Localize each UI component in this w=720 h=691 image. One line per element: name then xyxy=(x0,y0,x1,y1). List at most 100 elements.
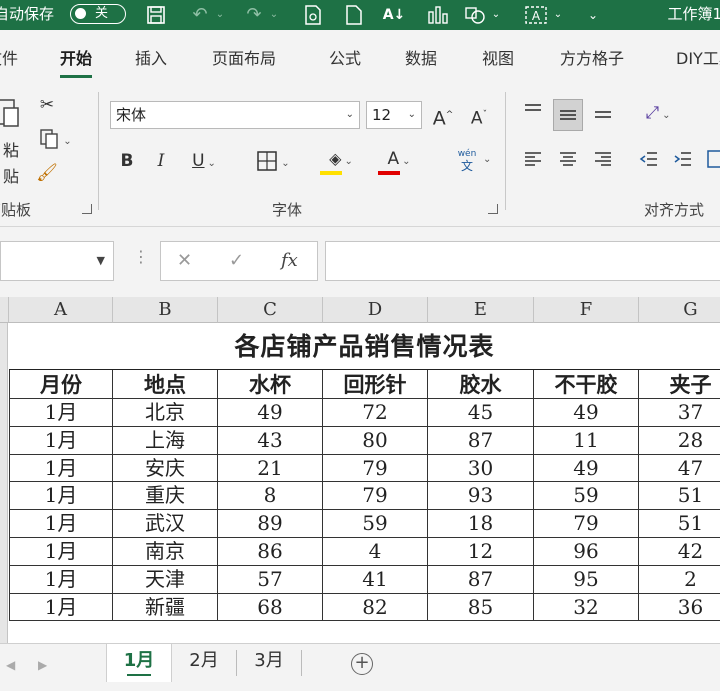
table-cell-location[interactable]: 北京 xyxy=(113,399,218,427)
redo-icon[interactable]: ↷ xyxy=(240,4,268,26)
align-right-icon[interactable] xyxy=(590,148,616,174)
tab-page-layout[interactable]: 页面布局 xyxy=(212,48,276,70)
wrap-text-icon[interactable] xyxy=(706,148,720,174)
column-header-e[interactable]: E xyxy=(428,297,534,323)
column-header-a[interactable]: A xyxy=(9,297,113,323)
table-cell-binder[interactable]: 2 xyxy=(639,566,720,594)
table-cell-location[interactable]: 南京 xyxy=(113,538,218,566)
table-cell-glue[interactable]: 93 xyxy=(428,482,534,511)
chevron-down-icon[interactable]: ⌄ xyxy=(214,4,226,26)
table-cell-clip[interactable]: 80 xyxy=(323,426,428,455)
orientation-icon[interactable]: ⤢ ⌄ xyxy=(636,100,680,126)
tab-formulas[interactable]: 公式 xyxy=(329,48,361,70)
table-cell-month[interactable]: 1月 xyxy=(9,399,113,427)
table-cell-binder[interactable]: 36 xyxy=(639,594,720,622)
name-box[interactable]: ▼ xyxy=(0,241,114,281)
table-cell-cup[interactable]: 8 xyxy=(218,482,323,511)
table-cell-month[interactable]: 1月 xyxy=(9,482,113,511)
align-middle-icon[interactable] xyxy=(553,99,583,131)
new-document-icon[interactable] xyxy=(342,4,366,26)
tab-insert[interactable]: 插入 xyxy=(135,48,167,70)
table-cell-cup[interactable]: 43 xyxy=(218,426,323,455)
table-cell-binder[interactable]: 47 xyxy=(639,455,720,483)
shapes-icon[interactable] xyxy=(462,4,488,26)
table-cell-cup[interactable]: 21 xyxy=(218,454,323,483)
table-cell-clip[interactable]: 79 xyxy=(323,454,428,483)
table-cell-cup[interactable]: 68 xyxy=(218,593,323,622)
bold-button[interactable]: B xyxy=(116,148,138,174)
more-icon[interactable]: ⋮ xyxy=(133,247,149,266)
table-cell-sticker[interactable]: 59 xyxy=(534,482,639,511)
table-cell-location[interactable]: 武汉 xyxy=(113,510,218,538)
tab-view[interactable]: 视图 xyxy=(482,48,514,70)
table-header-binder[interactable]: 夹子 xyxy=(639,370,720,399)
table-cell-clip[interactable]: 59 xyxy=(323,510,428,538)
table-cell-glue[interactable]: 30 xyxy=(428,454,534,483)
formula-input[interactable] xyxy=(325,241,720,281)
table-cell-location[interactable]: 上海 xyxy=(113,426,218,455)
format-painter-icon[interactable]: 🖌 xyxy=(35,160,59,186)
chevron-down-icon[interactable]: ⌄ xyxy=(552,4,564,26)
next-sheet-icon[interactable]: ▶ xyxy=(38,658,47,672)
font-launcher-icon[interactable] xyxy=(488,204,498,214)
table-cell-sticker[interactable]: 96 xyxy=(534,538,639,566)
column-header-c[interactable]: C xyxy=(218,297,323,323)
increase-indent-icon[interactable] xyxy=(670,148,696,174)
table-header-sticker[interactable]: 不干胶 xyxy=(534,370,639,399)
align-left-icon[interactable] xyxy=(520,148,546,174)
table-cell-sticker[interactable]: 49 xyxy=(534,399,639,427)
customize-icon[interactable]: ⌄ xyxy=(585,4,601,26)
grow-font-button[interactable]: A^ xyxy=(430,102,456,129)
table-cell-sticker[interactable]: 49 xyxy=(534,454,639,483)
cut-icon[interactable]: ✂ xyxy=(35,92,59,118)
table-cell-binder[interactable]: 51 xyxy=(639,482,720,511)
chevron-down-icon[interactable]: ⌄ xyxy=(490,4,502,26)
column-header-d[interactable]: D xyxy=(323,297,428,323)
tab-data[interactable]: 数据 xyxy=(405,48,437,70)
table-cell-cup[interactable]: 89 xyxy=(218,510,323,538)
borders-button[interactable]: ⌄ xyxy=(250,148,296,174)
table-cell-binder[interactable]: 42 xyxy=(639,538,720,566)
table-cell-month[interactable]: 1月 xyxy=(9,565,113,594)
tab-home[interactable]: 开始 xyxy=(60,48,93,78)
table-header-month[interactable]: 月份 xyxy=(9,370,113,399)
table-cell-sticker[interactable]: 11 xyxy=(534,426,639,455)
text-box-icon[interactable]: A xyxy=(522,4,550,26)
add-sheet-icon[interactable]: + xyxy=(351,653,373,675)
shrink-font-button[interactable]: Aˇ xyxy=(466,102,492,129)
insert-function-icon[interactable]: fx xyxy=(281,250,298,271)
tab-file[interactable]: 文件 xyxy=(0,48,18,70)
table-cell-clip[interactable]: 41 xyxy=(323,565,428,594)
phonetic-button[interactable]: wén 文 ⌄ xyxy=(444,148,492,174)
table-cell-glue[interactable]: 18 xyxy=(428,510,534,538)
autosave-toggle[interactable]: 关 xyxy=(70,4,126,24)
sheet-tab-feb[interactable]: 2月 xyxy=(172,644,236,682)
sort-icon[interactable]: A↓ xyxy=(380,4,408,26)
table-cell-clip[interactable]: 79 xyxy=(323,482,428,511)
fill-color-button[interactable]: ◈ ⌄ xyxy=(318,146,364,175)
table-header-glue[interactable]: 胶水 xyxy=(428,370,534,399)
align-top-icon[interactable] xyxy=(520,100,546,126)
table-cell-clip[interactable]: 72 xyxy=(323,399,428,427)
table-cell-month[interactable]: 1月 xyxy=(9,454,113,483)
table-cell-location[interactable]: 天津 xyxy=(113,565,218,594)
table-header-location[interactable]: 地点 xyxy=(113,370,218,399)
tab-fangfang[interactable]: 方方格子 xyxy=(560,48,624,70)
enter-icon[interactable]: ✓ xyxy=(229,250,244,271)
tab-diy-toolbox[interactable]: DIY工具箱 xyxy=(676,48,720,70)
row-headers[interactable] xyxy=(0,323,8,643)
table-cell-month[interactable]: 1月 xyxy=(9,593,113,622)
italic-button[interactable]: I xyxy=(150,148,172,174)
decrease-indent-icon[interactable] xyxy=(636,148,662,174)
table-cell-clip[interactable]: 82 xyxy=(323,593,428,622)
column-header-f[interactable]: F xyxy=(534,297,639,323)
font-color-button[interactable]: A ⌄ xyxy=(376,146,422,175)
paste-icon[interactable] xyxy=(0,94,24,134)
table-cell-binder[interactable]: 51 xyxy=(639,510,720,538)
table-cell-location[interactable]: 重庆 xyxy=(113,482,218,511)
table-cell-location[interactable]: 安庆 xyxy=(113,454,218,483)
table-cell-cup[interactable]: 49 xyxy=(218,399,323,427)
table-cell-month[interactable]: 1月 xyxy=(9,510,113,538)
prev-sheet-icon[interactable]: ◀ xyxy=(6,658,15,672)
save-icon[interactable] xyxy=(143,4,169,26)
